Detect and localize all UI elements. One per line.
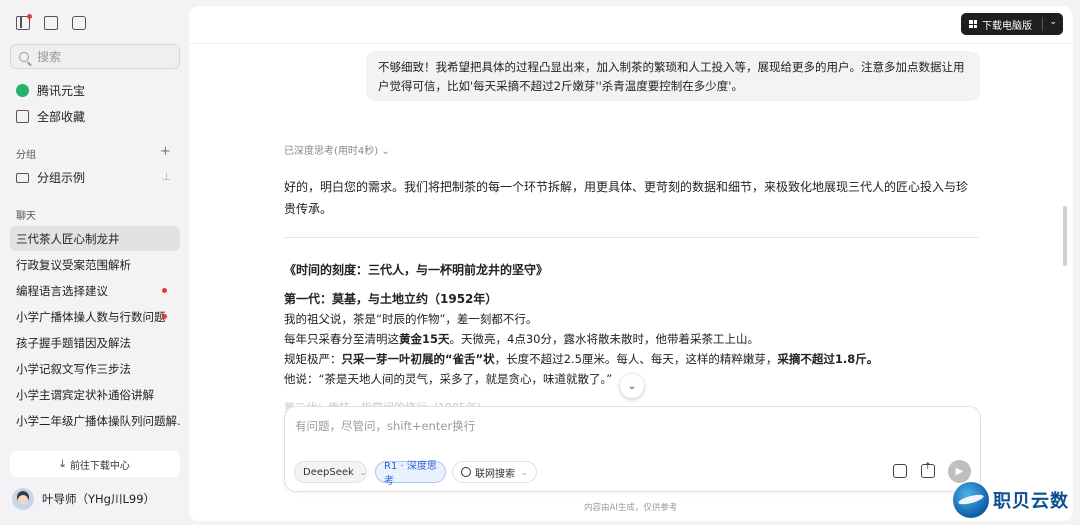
new-chat-icon[interactable]	[44, 16, 58, 30]
nav-item-favorites[interactable]: 全部收藏	[16, 108, 85, 125]
chat-item-label: 编程语言选择建议	[16, 283, 108, 298]
download-pc-button[interactable]: 下载电脑版 ⌄	[961, 13, 1063, 35]
unread-dot	[162, 314, 167, 319]
composer-input[interactable]: 有问题，尽管问，shift+enter换行	[295, 418, 475, 434]
chat-item-label: 行政复议受案范围解析	[16, 257, 131, 272]
chat-composer[interactable]: 有问题，尽管问，shift+enter换行 DeepSeek ⌄ R1 · 深度思…	[284, 406, 981, 492]
chat-item-label: 小学主谓宾定状补通俗讲解	[16, 387, 154, 402]
chat-item-label: 孩子握手题错因及解法	[16, 335, 131, 350]
scrollbar[interactable]	[1063, 206, 1067, 266]
chat-main-panel: 下载电脑版 ⌄ 不够细致！我希望把具体的过程凸显出来，加入制茶的繁琐和人工投入等…	[189, 6, 1073, 521]
add-group-icon[interactable]: +	[160, 144, 171, 159]
user-name: 叶导师（YHg川L99）	[42, 492, 156, 506]
chats-section-label: 聊天	[16, 211, 36, 222]
nav-item-label: 全部收藏	[37, 110, 86, 124]
chat-bubble-icon[interactable]	[72, 16, 86, 30]
answer-divider	[284, 237, 979, 238]
toggle-sidebar-icon[interactable]	[16, 14, 32, 30]
sidebar-toolbar	[16, 14, 86, 30]
folder-icon	[16, 172, 29, 183]
watermark-logo-icon	[953, 482, 989, 518]
search-icon	[19, 51, 29, 62]
chat-item[interactable]: 小学主谓宾定状补通俗讲解	[10, 382, 180, 407]
scroll-to-bottom-button[interactable]: ⌄	[620, 374, 644, 398]
download-pc-label: 下载电脑版	[982, 20, 1032, 32]
image-upload-icon[interactable]	[893, 464, 907, 478]
unread-dot	[162, 288, 167, 293]
model-select-chip[interactable]: DeepSeek ⌄	[294, 461, 367, 483]
chat-item-label: 小学广播体操人数与行数问题	[16, 309, 166, 324]
chevron-down-icon: ⌄	[359, 467, 367, 477]
article-paragraph: 我的祖父说，茶是“时辰的作物”，差一刻都不行。	[284, 312, 538, 326]
sidebar: 搜索 腾讯元宝 全部收藏 分组 + 分组示例 ⊥ 聊天 三代茶人匠心制龙井 行政…	[0, 0, 189, 525]
file-upload-icon[interactable]	[921, 462, 935, 478]
chat-item-label: 小学二年级广播体操队列问题解...	[16, 413, 180, 428]
user-profile[interactable]: 叶导师（YHg川L99）	[12, 488, 155, 510]
search-input[interactable]: 搜索	[10, 44, 180, 69]
chat-item[interactable]: 三代茶人匠心制龙井	[10, 226, 180, 251]
web-search-toggle[interactable]: 联网搜索 ⌄	[452, 461, 537, 483]
section-title: 第一代：莫基，与土地立约（1952年）	[284, 292, 498, 306]
deep-think-toggle[interactable]: R1 · 深度思考	[375, 461, 446, 487]
download-center-button[interactable]: ⤓ 前往下载中心	[10, 451, 180, 477]
thinking-status-label: 已深度思考(用时4秒)	[284, 146, 379, 157]
nav-item-yuanbao[interactable]: 腾讯元宝	[16, 82, 85, 99]
send-button[interactable]: ▶	[948, 460, 971, 483]
ai-disclaimer: 内容由AI生成，仅供参考	[584, 503, 678, 513]
web-search-label: 联网搜索	[475, 468, 515, 480]
globe-icon	[461, 467, 471, 477]
group-item-label: 分组示例	[37, 171, 86, 185]
chevron-down-icon[interactable]: ⌄	[1049, 17, 1057, 27]
deep-think-label: R1 · 深度思考	[384, 461, 437, 487]
chat-item[interactable]: 小学记叙文写作三步法	[10, 356, 180, 381]
chevron-down-icon: ⌄	[627, 380, 637, 392]
chevron-down-icon: ⌄	[381, 146, 390, 157]
yuanbao-logo-icon	[16, 84, 29, 97]
button-separator	[1042, 17, 1043, 31]
groups-section-label: 分组	[16, 150, 36, 161]
chat-item-label: 三代茶人匠心制龙井	[16, 231, 120, 246]
avatar	[12, 488, 34, 510]
chat-item[interactable]: 孩子握手题错因及解法	[10, 330, 180, 355]
model-chip-label: DeepSeek	[303, 466, 354, 478]
article-paragraph: 规矩极严：只采一芽一叶初展的“雀舌”状，长度不超过2.5厘米。每人、每天，这样的…	[284, 352, 879, 366]
group-item[interactable]: 分组示例	[16, 169, 85, 186]
chat-item[interactable]: 编程语言选择建议	[10, 278, 180, 303]
chat-item[interactable]: 小学二年级广播体操队列问题解...	[10, 408, 180, 433]
article-title: 《时间的刻度：三代人，与一杯明前龙井的坚守》	[284, 263, 549, 277]
chat-item[interactable]: 行政复议受案范围解析	[10, 252, 180, 277]
header-divider	[189, 43, 1073, 44]
windows-icon	[969, 20, 977, 28]
watermark-text: 职贝云数	[993, 491, 1069, 512]
pin-icon[interactable]: ⊥	[162, 172, 171, 183]
chevron-down-icon: ⌄	[521, 467, 528, 477]
user-message-bubble: 不够细致！我希望把具体的过程凸显出来，加入制茶的繁琐和人工投入等，展现给更多的用…	[366, 51, 980, 101]
article-paragraph: 每年只采春分至清明这黄金15天。天微亮，4点30分，露水将散未散时，他带着采茶工…	[284, 332, 759, 346]
thinking-status[interactable]: 已深度思考(用时4秒) ⌄	[284, 142, 390, 157]
download-icon: ⤓	[60, 457, 65, 470]
send-icon: ▶	[955, 466, 964, 477]
chat-item[interactable]: 小学广播体操人数与行数问题	[10, 304, 180, 329]
watermark: 职贝云数	[953, 482, 1069, 518]
assistant-answer-intro: 好的，明白您的需求。我们将把制茶的每一个环节拆解，用更具体、更苛刻的数据和细节，…	[284, 180, 969, 216]
search-placeholder: 搜索	[37, 50, 62, 64]
nav-item-label: 腾讯元宝	[37, 84, 86, 98]
assistant-article: 《时间的刻度：三代人，与一杯明前龙井的坚守》 第一代：莫基，与土地立约（1952…	[284, 260, 984, 389]
download-center-label: 前往下载中心	[69, 460, 130, 472]
bookmark-icon	[16, 110, 29, 123]
chat-item-label: 小学记叙文写作三步法	[16, 361, 131, 376]
